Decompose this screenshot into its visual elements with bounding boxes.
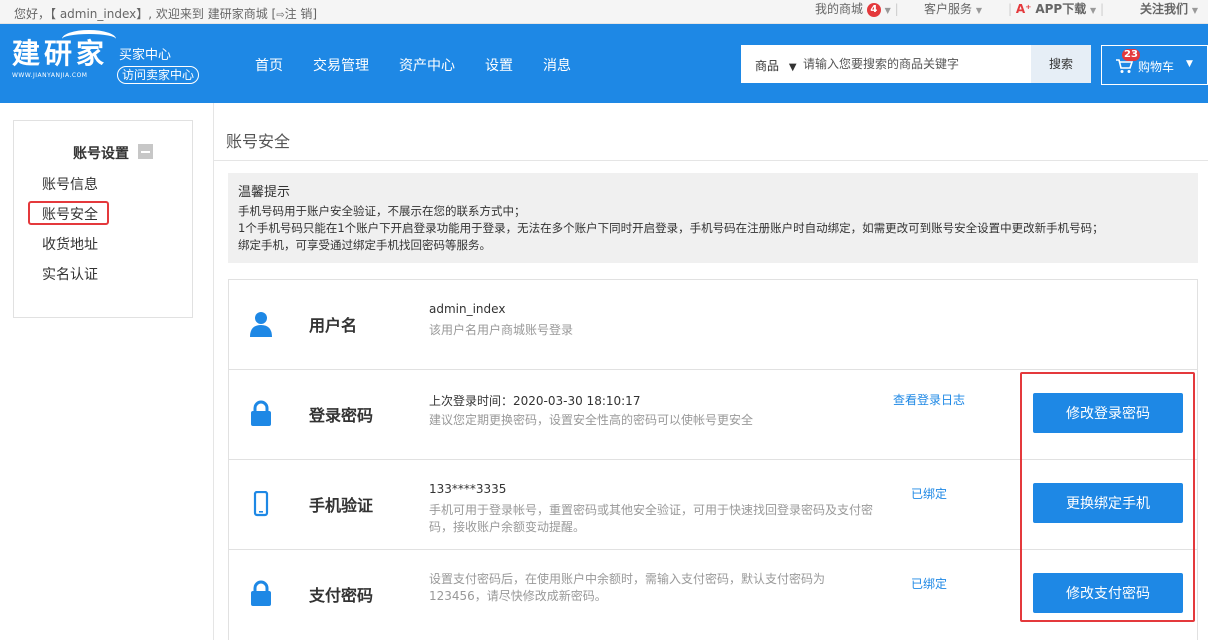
logout-link[interactable]: 注 销 [285,7,313,21]
buyer-center-label: 买家中心 [119,48,172,63]
row-label: 支付密码 [309,586,374,605]
lock-icon [251,400,271,426]
search-category-label: 商品 [755,59,780,73]
divider: | [894,2,899,16]
nav-trade[interactable]: 交易管理 [313,55,369,75]
status-badge: 已绑定 [911,577,948,591]
view-login-log-link[interactable]: 查看登录日志 [893,391,965,408]
row-description: 手机可用于登录帐号，重置密码或其他安全验证，可用于快速找回登录密码及支付密码，接… [429,503,874,534]
sidebar-title: 账号设置 [73,146,129,162]
last-login-time: 上次登录时间：2020-03-30 18:10:17 [429,394,641,408]
caret-down-icon: ▼ [788,62,797,73]
row-label: 登录密码 [309,406,374,425]
notice-box: 温馨提示 手机号码用于账户安全验证，不展示在您的联系方式中； 1个手机号码只能在… [228,173,1198,263]
sidebar-item-account-security[interactable]: 账号安全 [42,204,98,224]
row-description: 该用户名用户商城账号登录 [429,323,574,337]
nav-assets[interactable]: 资产中心 [399,55,455,75]
sidebar-item-account-info[interactable]: 账号信息 [42,174,98,194]
search-button[interactable]: 搜索 [1031,45,1091,83]
search-box: 商品 ▼ 搜索 [741,45,1091,83]
app-download-menu[interactable]: | A⁺ APP下载 ▼ | [1008,0,1104,17]
chevron-down-icon: ▼ [884,6,891,15]
notice-line: 1个手机号码只能在1个账户下开启登录功能用于登录，无法在多个账户下同时开启登录，… [238,221,1104,235]
site-logo[interactable]: 建研家 WWW.JIANYANJIA.COM [12,30,116,79]
visit-seller-button[interactable]: 访问卖家中心 [117,66,200,84]
divider [213,160,1208,161]
top-bar: 您好，【 admin_index】, 欢迎来到 建研家商城 [⇨注 销] 我的商… [0,0,1208,24]
divider: | [1100,2,1105,16]
my-mall-badge: 4 [866,3,881,17]
customer-service-menu[interactable]: 客户服务 ▼ [924,0,982,17]
cart-button[interactable]: 23 购物车 ▼ [1101,45,1208,85]
row-description: 建议您定期更换密码，设置安全性高的密码可以使帐号更安全 [429,413,754,427]
logout-icon: ⇨ [276,10,285,21]
account-sidebar: 账号设置 账号信息 账号安全 收货地址 实名认证 [13,120,193,318]
site-header: 建研家 WWW.JIANYANJIA.COM 买家中心 访问卖家中心 首页 交易… [0,24,1208,103]
notice-line: 手机号码用于账户安全验证，不展示在您的联系方式中； [238,204,526,218]
nav-settings[interactable]: 设置 [485,55,513,75]
sidebar-item-real-name-verification[interactable]: 实名认证 [42,264,98,284]
chevron-down-icon: ▼ [1191,6,1198,15]
greeting-end: ] [312,7,318,21]
row-label: 用户名 [309,316,358,335]
caret-down-icon: ▼ [1186,59,1193,69]
row-description: 设置支付密码后，在使用账户中余额时，需输入支付密码，默认支付密码为123456，… [429,572,826,603]
follow-us-menu[interactable]: 关注我们 ▼ [1140,0,1198,17]
follow-us-label: 关注我们 [1140,2,1189,16]
notice-line: 绑定手机，可享受通过绑定手机找回密码等服务。 [238,238,491,252]
chevron-down-icon: ▼ [975,6,982,15]
my-mall-menu[interactable]: 我的商城 4 ▼ | [815,0,899,17]
nav-home[interactable]: 首页 [255,55,283,75]
my-mall-label: 我的商城 [815,2,864,16]
sidebar-item-shipping-address[interactable]: 收货地址 [42,234,98,254]
logo-roof-mark [62,30,116,48]
status-badge: 已绑定 [911,487,948,501]
phone-number: 133****3335 [429,482,507,496]
phone-icon [253,491,269,517]
divider: | [1008,2,1013,16]
row-label: 手机验证 [309,496,374,515]
greeting-text: 您好，【 admin_index】, 欢迎来到 建研家商城 [ [14,7,277,21]
customer-service-label: 客户服务 [924,2,973,16]
logo-url: WWW.JIANYANJIA.COM [12,72,88,79]
nav-messages[interactable]: 消息 [543,55,571,75]
notice-title: 温馨提示 [238,185,291,200]
page-title: 账号安全 [226,132,291,151]
username-value: admin_index [429,302,506,316]
app-icon: A⁺ [1015,2,1032,16]
cart-label: 购物车 [1138,60,1175,74]
chevron-down-icon: ▼ [1090,6,1097,15]
search-category-select[interactable]: 商品 ▼ [755,57,797,74]
collapse-icon[interactable] [138,144,153,159]
lock-icon [251,580,271,606]
search-input[interactable] [803,54,1028,74]
buttons-highlight-frame [1020,372,1195,622]
security-row-username: 用户名 admin_index 该用户名用户商城账号登录 [229,280,1197,370]
app-download-label: APP下载 [1035,2,1087,16]
user-icon [250,312,272,337]
greeting: 您好，【 admin_index】, 欢迎来到 建研家商城 [⇨注 销] [14,5,317,22]
